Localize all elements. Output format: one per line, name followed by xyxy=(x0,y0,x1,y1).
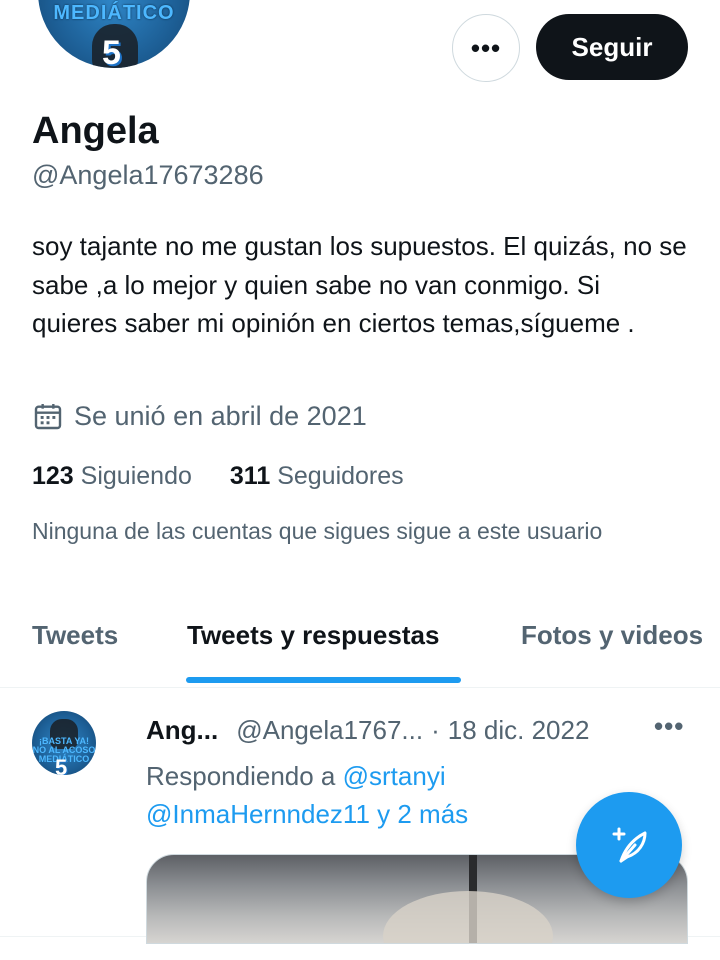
profile-stats: 123 Siguiendo 311 Seguidores xyxy=(32,462,442,491)
calendar-icon xyxy=(34,404,62,430)
tweet-separator: · xyxy=(431,715,440,745)
profile-bio: soy tajante no me gustan los supuestos. … xyxy=(32,231,687,338)
tab-tweets-and-replies[interactable]: Tweets y respuestas xyxy=(187,620,439,651)
follow-button[interactable]: Seguir xyxy=(536,14,688,80)
compose-tweet-icon xyxy=(612,827,647,863)
compose-tweet-button[interactable] xyxy=(576,792,682,898)
tweet-more-button[interactable]: ••• xyxy=(654,711,684,742)
more-dots-icon: ••• xyxy=(654,711,685,741)
following-label: Siguiendo xyxy=(80,462,192,490)
tweet-avatar-badge: 5 xyxy=(55,755,68,775)
profile-handle: @Angela17673286 xyxy=(32,160,264,190)
active-tab-indicator xyxy=(186,677,461,683)
more-options-button[interactable]: ••• xyxy=(452,14,520,82)
more-dots-icon: ••• xyxy=(470,32,502,63)
tweet-author-name[interactable]: Ang... xyxy=(146,715,218,746)
mention-link[interactable]: @srtanyi xyxy=(343,761,446,791)
tweet-date[interactable]: 18 dic. 2022 xyxy=(448,715,590,746)
profile-name: Angela xyxy=(32,110,159,152)
tweet-header: Ang... @Angela1767... · 18 dic. 2022 xyxy=(146,715,589,746)
avatar-badge: 5 xyxy=(102,34,121,72)
following-stat[interactable]: 123 Siguiendo xyxy=(32,462,192,491)
joined-text: Se unió en abril de 2021 xyxy=(74,400,367,431)
replying-prefix: Respondiendo a xyxy=(146,761,336,791)
following-count: 123 xyxy=(32,462,74,490)
profile-avatar[interactable]: MEDIÁTICO 5 xyxy=(34,0,194,72)
followers-count: 311 xyxy=(229,462,271,490)
avatar-text: MEDIÁTICO xyxy=(53,2,175,24)
media-detail xyxy=(383,891,553,943)
joined-date: Se unió en abril de 2021 xyxy=(32,400,367,432)
replying-to: Respondiendo a @srtanyi @InmaHernndez11 … xyxy=(146,757,566,833)
tab-photos-and-videos[interactable]: Fotos y videos xyxy=(521,620,703,651)
followers-stat[interactable]: 311 Seguidores xyxy=(230,462,404,491)
tab-tweets[interactable]: Tweets xyxy=(32,620,118,651)
common-followers-note: Ninguna de las cuentas que sigues sigue … xyxy=(32,518,603,544)
tweet-avatar[interactable]: ¡BASTA YA! NO AL ACOSO MEDIÁTICO 5 xyxy=(32,711,96,801)
tweet-author-handle[interactable]: @Angela1767... xyxy=(236,715,423,746)
mention-link-more[interactable]: @InmaHernndez11 y 2 más xyxy=(146,799,468,829)
profile-tabs: Tweets Tweets y respuestas Fotos y video… xyxy=(0,590,720,688)
followers-label: Seguidores xyxy=(277,462,404,490)
